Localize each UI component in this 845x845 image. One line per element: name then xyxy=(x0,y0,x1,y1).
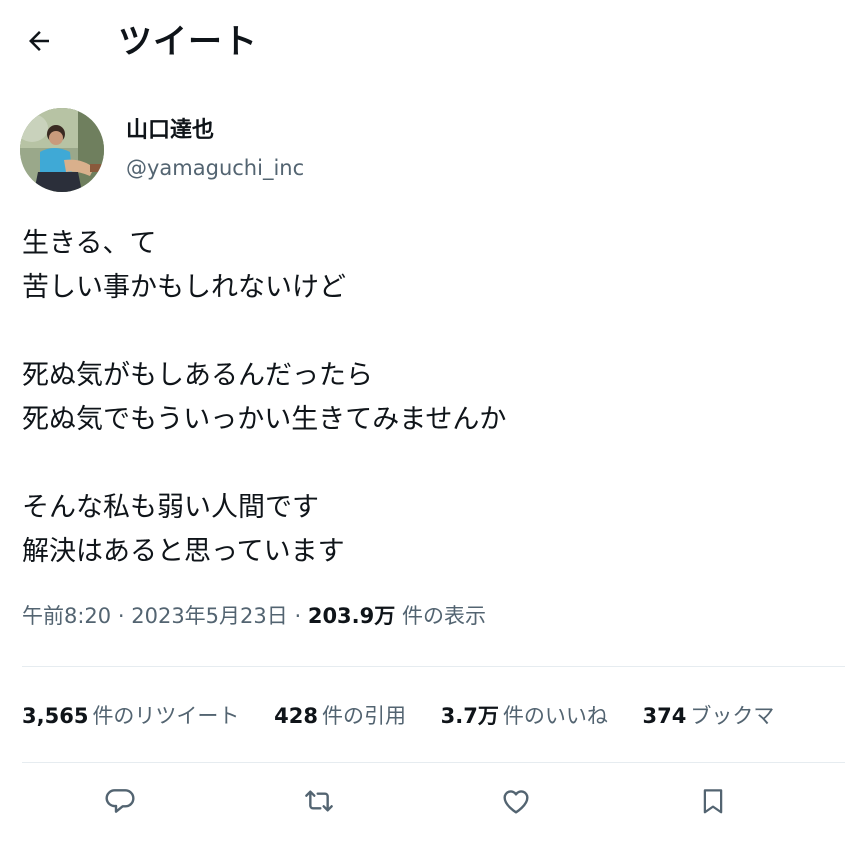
divider xyxy=(22,666,845,667)
quotes-label: 件の引用 xyxy=(321,704,406,728)
retweets-count: 3,565 xyxy=(22,704,89,728)
bookmark-icon xyxy=(698,784,728,822)
page-title: ツイート xyxy=(118,22,258,62)
tweet-page: ツイート 山口達也 @yamaguchi_inc 生きる、て 苦しい事かもしれな… xyxy=(0,0,845,845)
retweet-icon xyxy=(302,785,336,821)
likes-count: 3.7万 xyxy=(440,704,499,728)
engagement-stats: 3,565 件のリツイート 428 件の引用 3.7万 件のいいね 374 ブックマ xyxy=(22,699,802,733)
views-label: 件の表示 xyxy=(401,604,486,628)
tweet-line: 苦しい事かもしれないけど xyxy=(22,272,346,303)
arrow-left-icon xyxy=(24,26,54,60)
quotes-count: 428 xyxy=(274,704,318,728)
header-bar: ツイート xyxy=(0,0,845,88)
quotes-stat[interactable]: 428 件の引用 xyxy=(274,699,406,733)
retweets-label: 件のリツイート xyxy=(92,704,240,728)
bookmarks-count: 374 xyxy=(642,704,687,728)
tweet-line-break xyxy=(22,310,822,354)
heart-icon xyxy=(499,785,533,821)
reply-button[interactable] xyxy=(100,783,140,823)
bookmarks-label: ブックマ xyxy=(690,704,775,728)
meta-separator: · xyxy=(117,604,125,628)
tweet-text: 生きる、て 苦しい事かもしれないけど 死ぬ気がもしあるんだったら 死ぬ気でもうい… xyxy=(22,222,822,574)
tweet-line: 生きる、て xyxy=(22,228,157,259)
reply-icon xyxy=(104,785,136,821)
likes-label: 件のいいね xyxy=(502,704,608,728)
author-name[interactable]: 山口達也 xyxy=(126,116,214,146)
author-handle[interactable]: @yamaguchi_inc xyxy=(126,153,304,183)
meta-separator: · xyxy=(294,604,302,628)
divider xyxy=(22,762,845,763)
likes-stat[interactable]: 3.7万 件のいいね xyxy=(441,699,608,733)
tweet-line-break xyxy=(22,442,822,486)
retweet-button[interactable] xyxy=(299,783,339,823)
tweet-line: そんな私も弱い人間です xyxy=(22,492,319,523)
like-button[interactable] xyxy=(496,783,536,823)
tweet-line: 死ぬ気がもしあるんだったら xyxy=(22,360,373,391)
avatar[interactable] xyxy=(20,108,104,192)
tweet-line: 死ぬ気でもういっかい生きてみませんか xyxy=(22,404,507,435)
tweet-time[interactable]: 午前8:20 xyxy=(22,604,111,628)
tweet-actions xyxy=(0,775,845,831)
bookmark-button[interactable] xyxy=(693,783,733,823)
bookmarks-stat[interactable]: 374 ブックマ xyxy=(643,699,775,733)
back-button[interactable] xyxy=(18,22,60,64)
tweet-line: 解決はあると思っています xyxy=(22,536,345,567)
tweet-meta: 午前8:20 · 2023年5月23日 · 203.9万 件の表示 xyxy=(22,600,486,632)
retweets-stat[interactable]: 3,565 件のリツイート xyxy=(22,699,239,733)
views-count: 203.9万 xyxy=(307,604,396,628)
tweet-date[interactable]: 2023年5月23日 xyxy=(131,604,288,628)
